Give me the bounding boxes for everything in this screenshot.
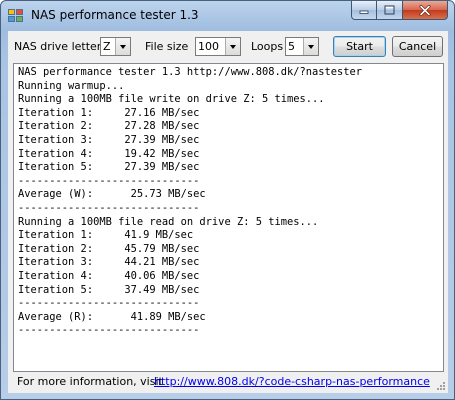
app-window: NAS performance tester 1.3 NAS drive let… xyxy=(0,0,455,400)
client-area: NAS drive letter Z File size 100 Loops 5… xyxy=(8,31,448,393)
loops-select[interactable]: 5 xyxy=(285,37,319,56)
log-line: Running a 100MB file write on drive Z: 5… xyxy=(18,93,325,106)
minimize-button[interactable] xyxy=(351,1,377,20)
footer-info-text: For more information, visit xyxy=(17,375,163,388)
log-line: Iteration 4: 19.42 MB/sec xyxy=(18,147,200,160)
title-bar[interactable]: NAS performance tester 1.3 xyxy=(1,1,454,31)
log-line: Iteration 1: 41.9 MB/sec xyxy=(18,229,194,242)
output-log[interactable]: NAS performance tester 1.3 http://www.80… xyxy=(13,63,444,372)
log-line: Iteration 3: 27.39 MB/sec xyxy=(18,133,200,146)
file-size-select[interactable]: 100 xyxy=(195,37,241,56)
output-log-text: NAS performance tester 1.3 http://www.80… xyxy=(14,64,443,340)
file-size-value: 100 xyxy=(198,40,219,53)
log-line: NAS performance tester 1.3 http://www.80… xyxy=(18,66,363,78)
close-icon xyxy=(419,4,431,16)
drive-letter-value: Z xyxy=(103,40,111,53)
file-size-label: File size xyxy=(145,40,189,53)
log-line: Running a 100MB file read on drive Z: 5 … xyxy=(18,215,319,228)
log-line: Average (W): 25.73 MB/sec xyxy=(18,188,206,201)
loops-label: Loops xyxy=(251,40,284,53)
close-button[interactable] xyxy=(403,1,448,20)
chevron-down-icon[interactable] xyxy=(303,38,318,55)
minimize-icon xyxy=(359,10,369,14)
window-controls xyxy=(351,1,448,21)
log-line: ----------------------------- xyxy=(18,174,200,187)
log-line: Iteration 2: 27.28 MB/sec xyxy=(18,120,200,133)
log-line: Average (R): 41.89 MB/sec xyxy=(18,310,206,323)
maximize-icon xyxy=(384,5,395,15)
drive-letter-select[interactable]: Z xyxy=(100,37,131,56)
chevron-down-icon[interactable] xyxy=(115,38,130,55)
log-line: Iteration 5: 27.39 MB/sec xyxy=(18,161,200,174)
cancel-button[interactable]: Cancel xyxy=(392,36,443,57)
loops-value: 5 xyxy=(288,40,295,53)
log-line: Iteration 2: 45.79 MB/sec xyxy=(18,242,200,255)
start-button[interactable]: Start xyxy=(333,36,386,57)
log-line: Iteration 3: 44.21 MB/sec xyxy=(18,256,200,269)
log-line: Running warmup... xyxy=(18,79,125,92)
log-line: ----------------------------- xyxy=(18,324,200,337)
footer-link[interactable]: http://www.808.dk/?code-csharp-nas-perfo… xyxy=(154,375,430,388)
log-line: Iteration 5: 37.49 MB/sec xyxy=(18,283,200,296)
resize-grip-icon[interactable] xyxy=(436,381,446,391)
drive-letter-label: NAS drive letter xyxy=(14,40,102,53)
log-line: ----------------------------- xyxy=(18,297,200,310)
app-icon[interactable] xyxy=(8,9,24,23)
window-title: NAS performance tester 1.3 xyxy=(31,8,199,22)
maximize-button[interactable] xyxy=(377,1,403,20)
log-line: ----------------------------- xyxy=(18,201,200,214)
log-line: Iteration 1: 27.16 MB/sec xyxy=(18,106,200,119)
log-line: Iteration 4: 40.06 MB/sec xyxy=(18,269,200,282)
chevron-down-icon[interactable] xyxy=(225,38,240,55)
